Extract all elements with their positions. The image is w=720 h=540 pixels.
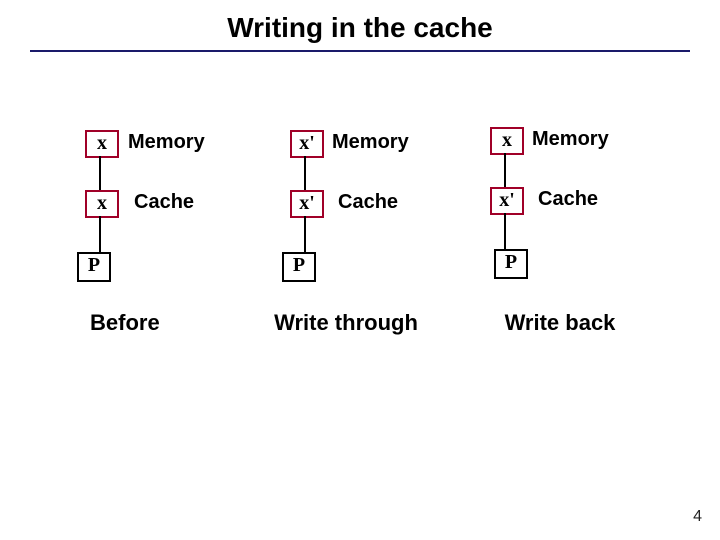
- col1-cache-box: x: [85, 190, 119, 218]
- col1-memory-label: Memory: [128, 131, 205, 154]
- col2-mem-cache-connector: [304, 156, 306, 190]
- col1-cache-label: Cache: [134, 191, 194, 214]
- col3-memory-box: x: [490, 127, 524, 155]
- col3-cache-p-connector: [504, 213, 506, 249]
- col1-memory-box: x: [85, 130, 119, 158]
- col1-cache-p-connector: [99, 216, 101, 252]
- col2-cache-box: x': [290, 190, 324, 218]
- col3-cache-label: Cache: [538, 188, 598, 211]
- col2-caption: Write through: [246, 310, 446, 336]
- col3-cache-box: x': [490, 187, 524, 215]
- col2-processor-box: P: [282, 252, 316, 282]
- col1-processor-box: P: [77, 252, 111, 282]
- col1-caption: Before: [90, 310, 210, 336]
- page-number: 4: [693, 508, 702, 526]
- col2-cache-p-connector: [304, 216, 306, 252]
- diagram-canvas: x Memory x Cache P Before x' Memory x' C…: [0, 0, 720, 540]
- col3-caption: Write back: [470, 310, 650, 336]
- col3-processor-box: P: [494, 249, 528, 279]
- col1-mem-cache-connector: [99, 156, 101, 190]
- col2-memory-box: x': [290, 130, 324, 158]
- col2-memory-label: Memory: [332, 131, 409, 154]
- col3-mem-cache-connector: [504, 153, 506, 187]
- col3-memory-label: Memory: [532, 128, 609, 151]
- col2-cache-label: Cache: [338, 191, 398, 214]
